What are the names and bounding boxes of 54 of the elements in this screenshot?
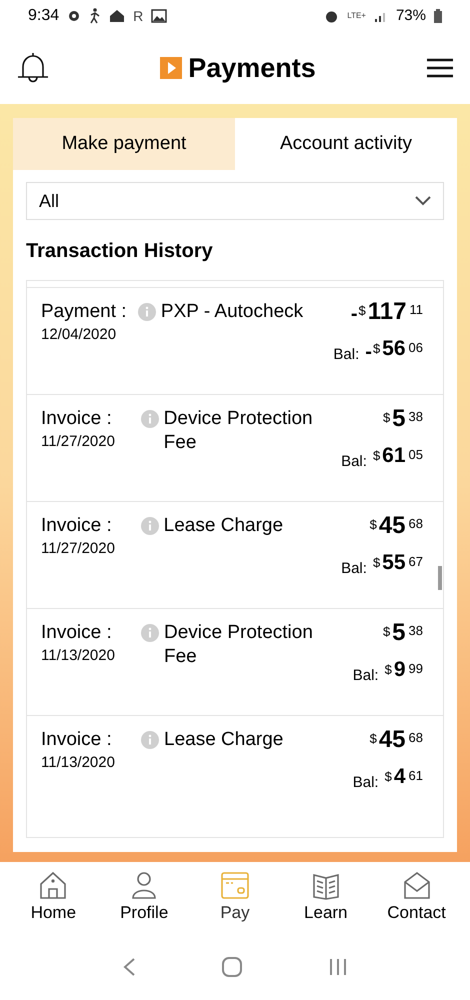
battery-icon <box>434 9 442 23</box>
info-icon[interactable] <box>141 731 159 749</box>
balance-label: Bal: <box>341 559 367 579</box>
transaction-type: Invoice : <box>41 621 113 645</box>
balance-label: Bal: <box>352 773 379 793</box>
info-icon[interactable] <box>138 303 156 321</box>
balance-label: Bal: <box>333 345 360 365</box>
recent-apps-icon[interactable] <box>328 957 348 977</box>
house-icon <box>38 870 68 900</box>
network-type: LTE+ <box>347 10 366 22</box>
page-title: Payments <box>188 52 316 85</box>
menu-icon[interactable] <box>426 57 454 79</box>
play-logo-icon <box>160 57 182 79</box>
transaction-type: Payment : <box>41 300 128 324</box>
image-icon <box>151 9 168 23</box>
notification-bell-icon[interactable] <box>16 51 50 85</box>
scrollbar-thumb[interactable] <box>438 566 442 590</box>
nav-item[interactable]: Learn <box>286 870 366 926</box>
status-time: 9:34 <box>28 6 60 26</box>
transaction-type: Invoice : <box>41 728 113 752</box>
roaming-indicator: R <box>133 6 144 26</box>
transaction-description: PXP - Autocheck <box>160 300 304 324</box>
back-icon[interactable] <box>122 957 136 977</box>
filter-dropdown[interactable]: All <box>26 182 444 220</box>
transaction-date: 11/13/2020 <box>41 646 116 666</box>
nav-item[interactable]: Contact <box>376 870 457 926</box>
nav-item[interactable]: Pay <box>194 870 275 926</box>
home-icon <box>109 9 126 23</box>
section-title: Transaction History <box>26 239 214 264</box>
nav-item[interactable]: Profile <box>104 870 184 926</box>
envelope-icon <box>402 870 432 900</box>
info-icon[interactable] <box>140 517 159 535</box>
transaction-description: Lease Charge <box>164 514 284 538</box>
info-icon[interactable] <box>140 410 159 428</box>
card-icon <box>220 870 250 900</box>
transaction-date: 11/27/2020 <box>41 539 116 559</box>
transaction-date: 11/27/2020 <box>41 432 116 452</box>
home-button-icon[interactable] <box>220 956 243 978</box>
info-icon[interactable] <box>141 624 159 642</box>
transaction-date: 12/04/2020 <box>41 325 118 345</box>
walking-person-icon <box>89 8 102 24</box>
balance-label: Bal: <box>341 452 367 472</box>
signal-icon <box>374 10 388 22</box>
balance-label: Bal: <box>352 666 379 686</box>
transaction-description: Device Protection Fee <box>164 407 314 455</box>
transaction-type: Invoice : <box>41 514 113 538</box>
chevron-down-icon <box>415 196 431 206</box>
transaction-type: Invoice : <box>41 407 113 431</box>
nav-item[interactable]: Home <box>13 870 94 926</box>
tab[interactable]: Make payment <box>13 118 235 170</box>
battery-percent: 73% <box>396 6 426 26</box>
transaction-description: Device Protection Fee <box>164 621 314 669</box>
transaction-description: Lease Charge <box>164 728 284 752</box>
transaction-date: 11/13/2020 <box>41 753 116 773</box>
